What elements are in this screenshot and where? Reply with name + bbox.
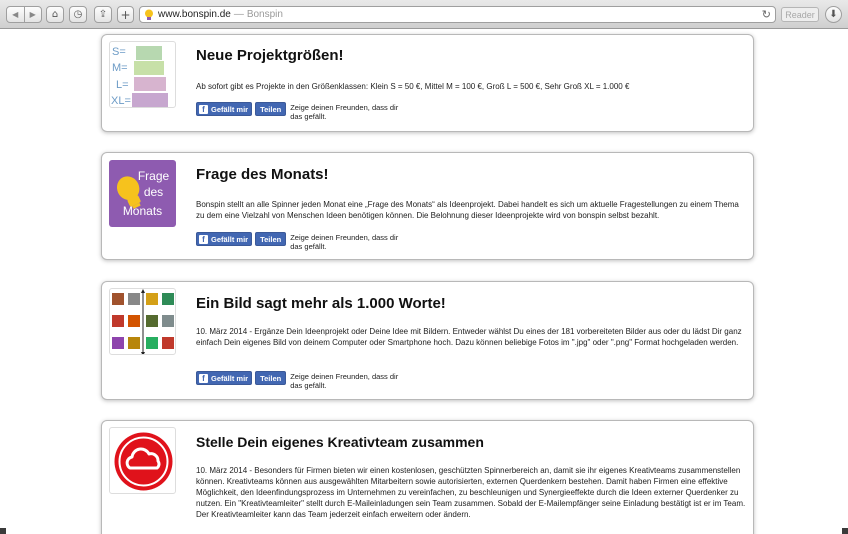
facebook-share-button[interactable]: Teilen [255, 102, 287, 116]
share-note: Zeige deinen Freunden, dass dir das gefä… [290, 103, 399, 121]
share-bar: f Gefällt mir Teilen Zeige deinen Freund… [196, 232, 405, 251]
like-label: Gefällt mir [211, 104, 249, 114]
card-title: Ein Bild sagt mehr als 1.000 Worte! [196, 295, 446, 312]
share-note: Zeige deinen Freunden, dass dir das gefä… [290, 372, 399, 390]
window-corner-left [0, 528, 6, 534]
url-bar[interactable]: www.bonspin.de — Bonspin ↻ [139, 6, 776, 23]
share-bar: f Gefällt mir Teilen Zeige deinen Freund… [196, 371, 405, 390]
size-label-xl: XL= [111, 95, 131, 107]
image-grid-icon [112, 289, 174, 354]
facebook-icon: f [199, 234, 208, 244]
facebook-icon: f [199, 373, 208, 383]
question-of-month-text: Frage des [131, 168, 176, 200]
share-note: Zeige deinen Freunden, dass dir das gefä… [290, 233, 399, 251]
card-title: Frage des Monats! [196, 166, 329, 183]
images-collage-thumbnail [109, 288, 176, 355]
creative-team-thumbnail [109, 427, 176, 494]
url-text: www.bonspin.de [158, 9, 231, 20]
share-icon[interactable]: ⇪ [94, 6, 112, 23]
thumb-line-3: Monats [122, 204, 163, 218]
news-card: Ein Bild sagt mehr als 1.000 Worte! 10. … [101, 281, 754, 400]
cloud-icon [114, 432, 173, 491]
facebook-share-button[interactable]: Teilen [255, 232, 287, 246]
news-card: Frage des Monats Frage des Monats! Bonsp… [101, 152, 754, 260]
bulb-favicon-icon [145, 9, 153, 20]
facebook-icon: f [199, 104, 208, 114]
size-label-m: M= [112, 62, 128, 74]
url-separator: — [233, 9, 244, 20]
browser-toolbar: ◀ ▶ ⌂ ◷ ⇪ + www.bonspin.de — Bonspin ↻ R… [0, 0, 848, 29]
back-forward-group: ◀ ▶ [6, 6, 42, 23]
thumb-line-2: des [143, 185, 164, 199]
share-bar: f Gefällt mir Teilen Zeige deinen Freund… [196, 102, 405, 121]
question-of-month-thumbnail: Frage des Monats [109, 160, 176, 227]
news-card: Stelle Dein eigenes Kreativteam zusammen… [101, 420, 754, 534]
reload-icon[interactable]: ↻ [762, 8, 771, 21]
facebook-like-button[interactable]: f Gefällt mir [196, 232, 253, 246]
add-icon[interactable]: + [117, 6, 134, 23]
card-description: 10. März 2014 - Besonders für Firmen bie… [196, 466, 746, 519]
reader-button[interactable]: Reader [781, 7, 819, 22]
home-icon[interactable]: ⌂ [46, 6, 64, 23]
like-label: Gefällt mir [211, 373, 249, 383]
window-corner-right [842, 528, 848, 534]
size-classes-image: S= M= L= XL= [111, 46, 168, 107]
url-page-title: Bonspin [246, 9, 283, 20]
back-icon[interactable]: ◀ [7, 7, 24, 22]
card-description: Bonspin stellt an alle Spinner jeden Mon… [196, 200, 739, 220]
card-title: Neue Projektgrößen! [196, 47, 344, 64]
size-label-s: S= [112, 46, 126, 58]
like-label: Gefällt mir [211, 234, 249, 244]
facebook-share-button[interactable]: Teilen [255, 371, 287, 385]
card-title: Stelle Dein eigenes Kreativteam zusammen [196, 434, 484, 450]
news-card: S= M= L= XL= Neue Projektgrößen! Ab sofo… [101, 34, 754, 132]
facebook-like-button[interactable]: f Gefällt mir [196, 102, 253, 116]
thumb-line-1: Frage [137, 169, 170, 183]
card-description: 10. März 2014 - Ergänze Dein Ideenprojek… [196, 327, 742, 347]
size-label-l: L= [116, 79, 129, 91]
history-icon[interactable]: ◷ [69, 6, 87, 23]
forward-icon[interactable]: ▶ [23, 7, 42, 22]
downloads-icon[interactable]: ⬇ [825, 6, 842, 23]
project-sizes-thumbnail: S= M= L= XL= [109, 41, 176, 108]
card-description: Ab sofort gibt es Projekte in den Größen… [196, 82, 630, 91]
facebook-like-button[interactable]: f Gefällt mir [196, 371, 253, 385]
